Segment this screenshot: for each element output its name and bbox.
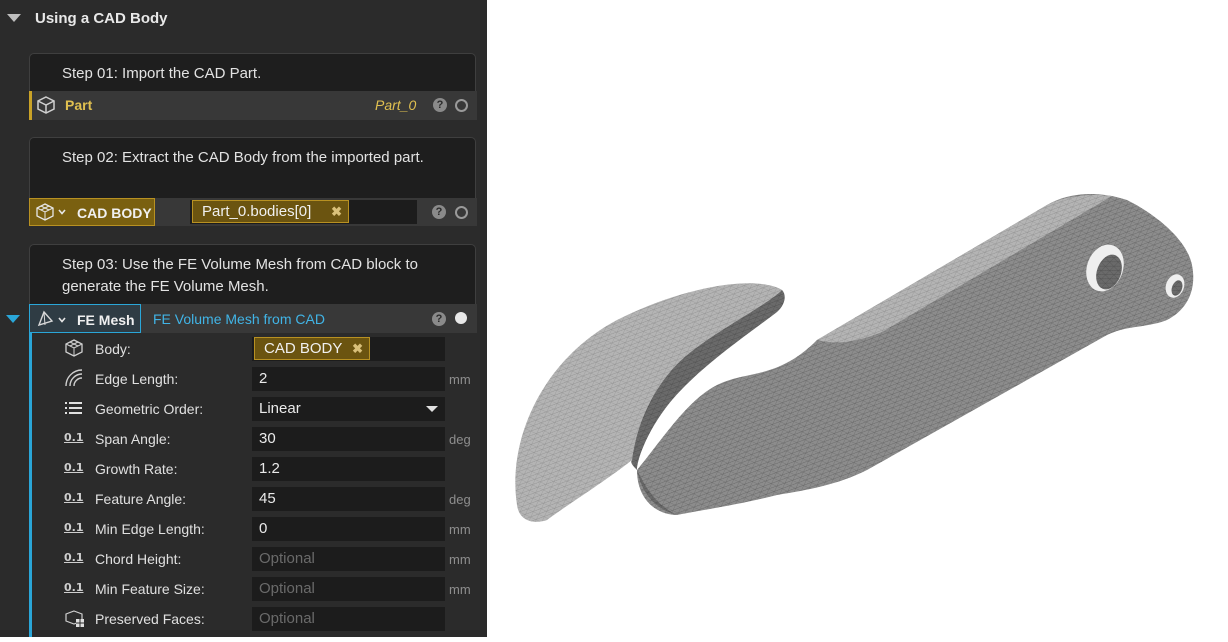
chevron-down-icon[interactable]	[57, 204, 67, 220]
expand-triangle-icon[interactable]	[6, 315, 20, 323]
status-filled-icon[interactable]	[455, 312, 467, 324]
collapse-triangle-icon[interactable]	[7, 14, 21, 22]
step3-note-text: Step 03: Use the FE Volume Mesh from CAD…	[62, 256, 418, 295]
status-ring-icon[interactable]	[455, 99, 468, 112]
cad-body-input[interactable]: Part_0.bodies[0] ✖	[190, 200, 417, 224]
feature-angle-input[interactable]: 45	[252, 487, 445, 511]
part-body-chip[interactable]: Part_0.bodies[0] ✖	[192, 200, 349, 223]
mesh-triangle-icon	[36, 310, 54, 331]
help-icon[interactable]: ?	[432, 205, 446, 219]
span-angle-unit: deg	[449, 432, 471, 447]
part-cube-icon	[36, 95, 56, 118]
status-ring-icon[interactable]	[455, 206, 468, 219]
cad-body-cube-icon	[35, 202, 55, 225]
part-body-chip-text: Part_0.bodies[0]	[202, 203, 312, 220]
step3-note: Step 03: Use the FE Volume Mesh from CAD…	[29, 244, 476, 304]
param-label-growth-rate: Growth Rate:	[95, 461, 178, 477]
step2-note: Step 02: Extract the CAD Body from the i…	[29, 137, 476, 199]
body-input[interactable]: CAD BODY ✖	[252, 337, 445, 361]
geometric-order-select[interactable]: Linear	[252, 397, 445, 421]
cad-body-label: CAD BODY	[77, 205, 152, 221]
cad-body-chip-text: CAD BODY	[264, 340, 343, 357]
chevron-down-icon[interactable]	[57, 312, 67, 328]
part-block[interactable]: Part Part_0 ?	[29, 91, 477, 120]
preserved-faces-input[interactable]: Optional	[252, 607, 445, 631]
meshed-part-render	[515, 193, 1194, 522]
remove-icon[interactable]: ✖	[352, 338, 363, 359]
min-edge-length-input[interactable]: 0	[252, 517, 445, 541]
feature-angle-unit: deg	[449, 492, 471, 507]
chord-height-input[interactable]: Optional	[252, 547, 445, 571]
numeric-icon: 0.1	[64, 491, 84, 504]
step2-note-text: Step 02: Extract the CAD Body from the i…	[62, 149, 424, 166]
param-label-min-edge-length: Min Edge Length:	[95, 521, 205, 537]
param-label-feature-angle: Feature Angle:	[95, 491, 187, 507]
min-edge-length-unit: mm	[449, 522, 471, 537]
edge-length-input[interactable]: 2	[252, 367, 445, 391]
step1-note: Step 01: Import the CAD Part.	[29, 53, 476, 91]
section-header[interactable]: Using a CAD Body	[0, 0, 487, 38]
edge-length-unit: mm	[449, 372, 471, 387]
param-label-span-angle: Span Angle:	[95, 431, 171, 447]
growth-rate-input[interactable]: 1.2	[252, 457, 445, 481]
3d-viewport[interactable]	[487, 0, 1228, 637]
param-label-chord-height: Chord Height:	[95, 551, 182, 567]
part-block-label: Part	[65, 97, 93, 113]
min-feature-size-unit: mm	[449, 582, 471, 597]
param-label-edge-length: Edge Length:	[95, 371, 179, 387]
param-label-body: Body:	[95, 341, 131, 357]
block-accent-strip	[29, 333, 32, 637]
geometric-order-value: Linear	[259, 400, 301, 417]
numeric-icon: 0.1	[64, 551, 84, 564]
list-icon	[64, 400, 84, 419]
fe-mesh-block[interactable]: FE Mesh FE Volume Mesh from CAD ?	[29, 304, 477, 333]
help-icon[interactable]: ?	[433, 98, 447, 112]
param-label-preserved-faces: Preserved Faces:	[95, 611, 205, 627]
span-angle-input[interactable]: 30	[252, 427, 445, 451]
edge-length-icon	[64, 368, 86, 391]
param-label-min-feature-size: Min Feature Size:	[95, 581, 205, 597]
workflow-panel: Using a CAD Body Step 01: Import the CAD…	[0, 0, 487, 637]
numeric-icon: 0.1	[64, 581, 84, 594]
faces-icon	[64, 608, 86, 631]
part-block-value: Part_0	[375, 97, 417, 113]
section-title: Using a CAD Body	[35, 10, 168, 27]
cad-body-tag[interactable]: CAD BODY	[29, 198, 155, 226]
min-feature-size-input[interactable]: Optional	[252, 577, 445, 601]
numeric-icon: 0.1	[64, 521, 84, 534]
body-cube-icon	[64, 338, 84, 361]
fe-mesh-label: FE Mesh	[77, 312, 135, 328]
fe-mesh-tag[interactable]: FE Mesh	[29, 304, 141, 333]
numeric-icon: 0.1	[64, 461, 84, 474]
cad-body-block[interactable]: CAD BODY Part_0.bodies[0] ✖ ?	[29, 198, 477, 226]
dropdown-arrow-icon[interactable]	[426, 406, 438, 412]
help-icon[interactable]: ?	[432, 312, 446, 326]
cad-body-chip[interactable]: CAD BODY ✖	[254, 337, 370, 360]
remove-icon[interactable]: ✖	[331, 201, 342, 222]
chord-height-unit: mm	[449, 552, 471, 567]
fe-mesh-block-title: FE Volume Mesh from CAD	[153, 311, 325, 327]
numeric-icon: 0.1	[64, 431, 84, 444]
step1-note-text: Step 01: Import the CAD Part.	[62, 65, 262, 82]
param-label-geometric-order: Geometric Order:	[95, 401, 204, 417]
